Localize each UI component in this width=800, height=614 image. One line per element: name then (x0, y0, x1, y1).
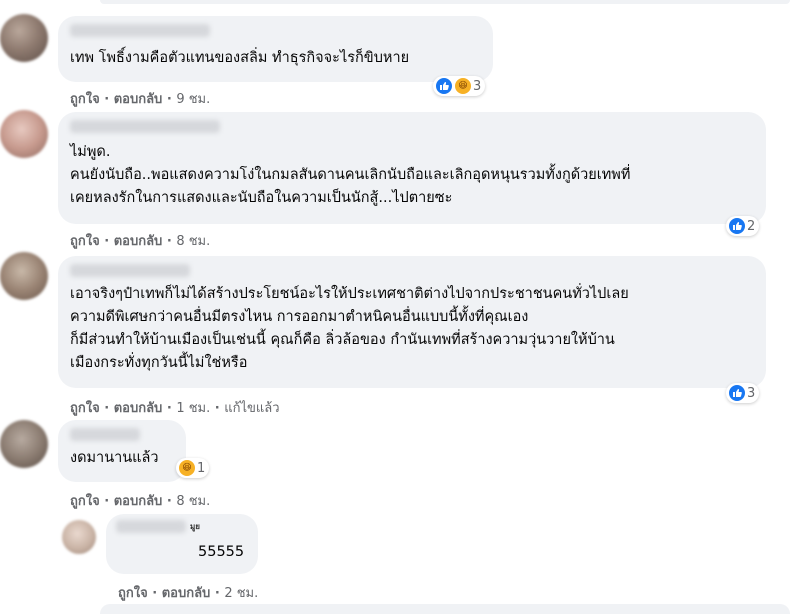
reply-link[interactable]: ตอบกลับ (114, 401, 163, 416)
comment-bubble: เทพ โพธิ์งามคือตัวแทนของสลิ่ม ทำธุรกิจจะ… (58, 16, 493, 82)
timestamp[interactable]: 9 ชม. (176, 92, 210, 107)
separator: · (214, 586, 225, 601)
separator: · (104, 234, 114, 249)
separator: · (214, 401, 225, 416)
comment-bubble: มูย 55555 (106, 514, 258, 574)
comment-text: งดมานานแล้ว (70, 450, 159, 466)
comment-bubble: งดมานานแล้ว (58, 420, 186, 482)
commenter-avatar[interactable] (0, 252, 48, 300)
commenter-avatar[interactable] (0, 420, 48, 468)
commenter-avatar[interactable] (62, 520, 96, 554)
reaction-summary[interactable]: 3 (726, 383, 760, 403)
haha-icon: 😆 (178, 459, 196, 477)
like-icon (728, 384, 746, 402)
separator: · (104, 92, 114, 107)
like-link[interactable]: ถูกใจ (118, 586, 148, 601)
like-link[interactable]: ถูกใจ (70, 234, 100, 249)
comment-bubble: ไม่พูด. คนยังนับถือ..พอแสดงความโง่ในกมลส… (58, 112, 766, 224)
reply-link[interactable]: ตอบกลับ (114, 92, 163, 107)
reaction-summary[interactable]: 2 (726, 216, 760, 236)
separator: · (152, 586, 162, 601)
separator: · (104, 494, 114, 509)
commenter-name-partial[interactable]: มูย (190, 520, 200, 533)
comment-bubble: เอาจริงๆป๋าเทพก็ไม่ได้สร้างประโยชน์อะไรใ… (58, 256, 766, 388)
comment-actions: ถูกใจ · ตอบกลับ · 1 ชม. · แก้ไขแล้ว (70, 397, 280, 418)
previous-comment-bubble-edge (100, 0, 790, 4)
reaction-count: 3 (473, 78, 482, 94)
reaction-summary[interactable]: 😆 3 (433, 76, 486, 96)
separator: · (166, 234, 177, 249)
comment-text: 55555 (198, 544, 245, 560)
timestamp[interactable]: 8 ชม. (176, 234, 210, 249)
commenter-name-blurred[interactable] (70, 24, 210, 37)
comment-actions: ถูกใจ · ตอบกลับ · 8 ชม. (70, 490, 210, 511)
comment-text: เทพ โพธิ์งามคือตัวแทนของสลิ่ม ทำธุรกิจจะ… (70, 50, 410, 66)
timestamp[interactable]: 2 ชม. (224, 586, 258, 601)
like-icon (728, 217, 746, 235)
like-link[interactable]: ถูกใจ (70, 401, 100, 416)
timestamp[interactable]: 1 ชม. (176, 401, 210, 416)
reaction-summary[interactable]: 😆 1 (176, 458, 210, 478)
comment-text: ไม่พูด. คนยังนับถือ..พอแสดงความโง่ในกมลส… (70, 144, 631, 206)
commenter-name-blurred[interactable] (116, 520, 186, 533)
reaction-count: 3 (747, 385, 756, 401)
like-link[interactable]: ถูกใจ (70, 494, 100, 509)
separator: · (166, 92, 177, 107)
reaction-count: 2 (747, 218, 756, 234)
like-icon (435, 77, 453, 95)
comment-text: เอาจริงๆป๋าเทพก็ไม่ได้สร้างประโยชน์อะไรใ… (70, 286, 629, 371)
separator: · (166, 401, 177, 416)
next-comment-bubble-edge (100, 604, 790, 614)
commenter-name-blurred[interactable] (70, 264, 190, 277)
commenter-name-blurred[interactable] (70, 120, 220, 133)
edited-label: แก้ไขแล้ว (224, 401, 280, 416)
comment-actions: ถูกใจ · ตอบกลับ · 8 ชม. (70, 230, 210, 251)
comment-actions: ถูกใจ · ตอบกลับ · 9 ชม. (70, 88, 210, 109)
separator: · (166, 494, 177, 509)
reply-link[interactable]: ตอบกลับ (114, 494, 163, 509)
separator: · (104, 401, 114, 416)
reaction-count: 1 (197, 460, 206, 476)
reply-link[interactable]: ตอบกลับ (114, 234, 163, 249)
haha-icon: 😆 (454, 77, 472, 95)
commenter-name-blurred[interactable] (70, 428, 140, 441)
commenter-avatar[interactable] (0, 110, 48, 158)
timestamp[interactable]: 8 ชม. (176, 494, 210, 509)
reply-link[interactable]: ตอบกลับ (162, 586, 211, 601)
commenter-avatar[interactable] (0, 14, 48, 62)
comment-actions: ถูกใจ · ตอบกลับ · 2 ชม. (118, 582, 258, 603)
like-link[interactable]: ถูกใจ (70, 92, 100, 107)
